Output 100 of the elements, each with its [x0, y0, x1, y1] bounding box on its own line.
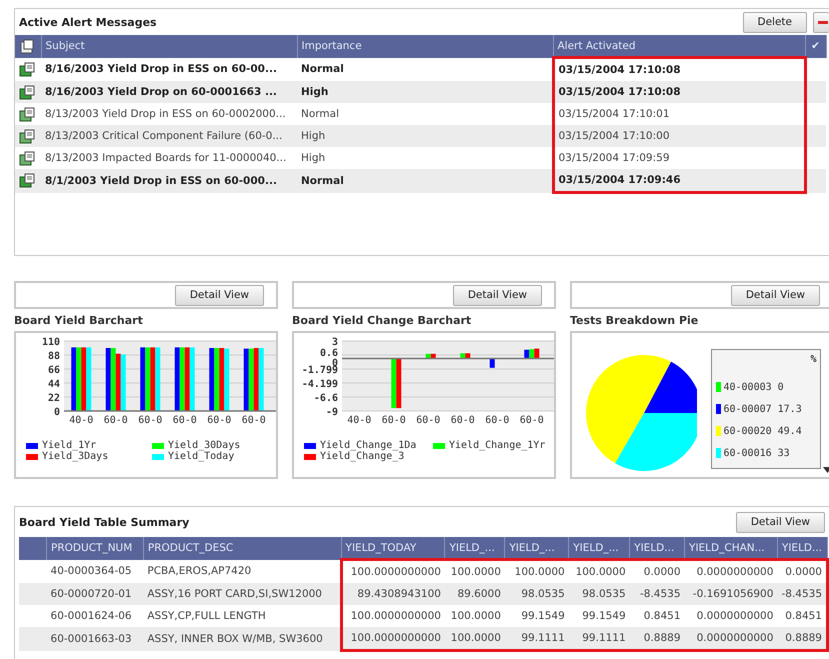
table-cell: Normal	[297, 58, 553, 81]
column-header[interactable]: YIELD_CHAN...	[684, 537, 778, 560]
table-cell: Normal	[297, 169, 553, 192]
table-cell: 8/13/2003 Yield Drop in ESS on 60-0002000...	[41, 103, 297, 125]
table-cell: 98.0535	[504, 583, 569, 605]
legend-label: Yield_Change_1Da	[320, 440, 416, 451]
legend-label: Yield_Today	[168, 451, 234, 462]
table-cell: High	[297, 147, 553, 169]
table-cell: 60-0001663-03	[46, 627, 144, 650]
axis-category-label: 60-0	[104, 415, 128, 426]
table-cell: 60-0001624-06	[46, 605, 144, 627]
axis-category-label: 40-0	[69, 415, 94, 426]
axis-tick-label: 66	[48, 365, 60, 376]
chart-title: Tests Breakdown Pie	[570, 314, 700, 327]
table-cell: 100.0000	[444, 605, 505, 627]
legend-label: 40-00003	[723, 382, 772, 392]
legend-label: 60-00007	[723, 404, 772, 414]
scroll-down-icon[interactable]	[823, 467, 829, 473]
table-cell: -0.1691056900	[684, 583, 778, 605]
legend-value: 0	[778, 382, 784, 392]
axis-tick-label: 88	[48, 351, 60, 362]
detail-view-button[interactable]: Detail View	[452, 284, 542, 306]
column-header[interactable]: YIELD_...	[568, 537, 630, 560]
table-cell: 100.0000000000	[341, 627, 445, 650]
table-cell: High	[297, 81, 553, 103]
axis-tick-label: 44	[48, 379, 60, 390]
legend-label: Yield_3Days	[42, 451, 108, 462]
minus-icon	[818, 19, 828, 25]
table-cell: 03/15/2004 17:10:08	[553, 81, 805, 103]
axis-category-label: 60-0	[242, 415, 266, 426]
legend-label: Yield_1Yr	[42, 440, 96, 451]
legend-label: Yield_Change_3	[320, 451, 404, 462]
column-header[interactable]: Importance	[297, 35, 553, 58]
column-header[interactable]: YIELD_...	[444, 537, 505, 560]
column-header[interactable]: Subject	[41, 35, 297, 58]
document-icon	[19, 38, 35, 54]
table-cell: ASSY, INNER BOX W/MB, SW3600	[143, 627, 342, 650]
column-header[interactable]: YIELD_...	[504, 537, 569, 560]
table-cell: 99.1549	[568, 605, 630, 627]
column-header[interactable]: YIELD_TODAY	[341, 537, 445, 560]
panel-title: Board Yield Table Summary	[19, 516, 190, 528]
table-cell: 03/15/2004 17:09:46	[553, 169, 805, 192]
table-cell: ASSY,CP,FULL LENGTH	[143, 605, 342, 627]
table-cell: High	[297, 125, 553, 147]
legend-label: 60-00016	[723, 448, 772, 458]
table-cell: 0.8451	[630, 605, 685, 627]
legend-value: 17.3	[778, 404, 802, 414]
table-cell: 8/1/2003 Yield Drop in ESS on 60-000...	[41, 169, 297, 192]
remove-button[interactable]	[813, 12, 829, 32]
table-cell: 03/15/2004 17:10:00	[553, 125, 805, 147]
table-cell: 89.6000	[444, 583, 505, 605]
chart-title: Board Yield Barchart	[14, 314, 144, 327]
table-cell: 8/13/2003 Impacted Boards for 11-0000040...	[41, 147, 297, 169]
column-header[interactable]: Alert Activated	[553, 35, 805, 58]
axis-tick-label: -4.199	[302, 379, 338, 390]
legend-label: Yield_30Days	[168, 440, 240, 451]
table-cell: 0.8889	[630, 627, 685, 650]
axis-category-label: 60-0	[416, 415, 440, 426]
column-header[interactable]	[15, 35, 41, 58]
axis-tick-label: 110	[42, 337, 60, 348]
table-cell: PCBA,EROS,AP7420	[143, 560, 342, 583]
detail-view-button[interactable]: Detail View	[174, 284, 264, 306]
axis-category-label: 60-0	[520, 415, 544, 426]
table-cell: 0.0000000000	[684, 605, 778, 627]
axis-tick-label: 0.6	[320, 348, 338, 359]
detail-view-button[interactable]: Detail View	[730, 284, 820, 306]
table-cell: 8/13/2003 Critical Component Failure (60-0...	[41, 125, 297, 147]
legend-heading: %	[810, 354, 816, 365]
table-cell: 8/16/2003 Yield Drop on 60-0001663 ...	[41, 81, 297, 103]
legend-label: Yield_Change_1Yr	[449, 440, 546, 451]
axis-category-label: 60-0	[382, 415, 406, 426]
panel-title: Active Alert Messages	[19, 16, 158, 28]
axis-tick-label: 0	[54, 407, 60, 418]
axis-category-label: 60-0	[172, 415, 197, 426]
column-header[interactable]: ✔	[805, 35, 826, 58]
axis-category-label: 40-0	[347, 415, 372, 426]
column-header[interactable]: PRODUCT_DESC	[143, 537, 342, 560]
column-header[interactable]: PRODUCT_NUM	[46, 537, 144, 560]
table-cell: 99.1111	[504, 627, 569, 650]
axis-category-label: 60-0	[138, 415, 162, 426]
table-cell: 60-0000720-01	[46, 583, 144, 605]
table-cell: 100.0000	[444, 627, 505, 650]
chart-title: Board Yield Change Barchart	[292, 314, 472, 327]
axis-tick-label: 3	[332, 337, 338, 348]
table-cell: Normal	[297, 103, 553, 125]
axis-tick-label: -9	[326, 407, 338, 418]
table-cell: 40-0000364-05	[46, 560, 144, 583]
axis-category-label: 60-0	[450, 415, 475, 426]
table-cell: 8/16/2003 Yield Drop in ESS on 60-00...	[41, 58, 297, 81]
table-cell: -8.4535	[630, 583, 685, 605]
legend-label: 60-00020	[723, 426, 772, 436]
detail-view-button[interactable]: Detail View	[736, 512, 825, 532]
delete-button[interactable]: Delete	[742, 12, 807, 32]
axis-tick-label: 22	[48, 393, 60, 404]
table-cell: 0.8889	[777, 627, 828, 650]
table-cell: 99.1111	[568, 627, 630, 650]
table-cell: -8.4535	[777, 583, 828, 605]
table-cell: ASSY,16 PORT CARD,SI,SW12000	[143, 583, 342, 605]
legend-value: 33	[778, 448, 790, 458]
legend-value: 49.4	[778, 426, 802, 436]
